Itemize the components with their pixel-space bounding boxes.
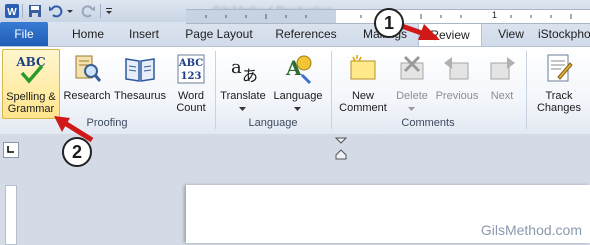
annotation-overlay (54, 21, 440, 143)
callout-1: 1 (374, 8, 404, 38)
callout-2: 2 (62, 137, 92, 167)
